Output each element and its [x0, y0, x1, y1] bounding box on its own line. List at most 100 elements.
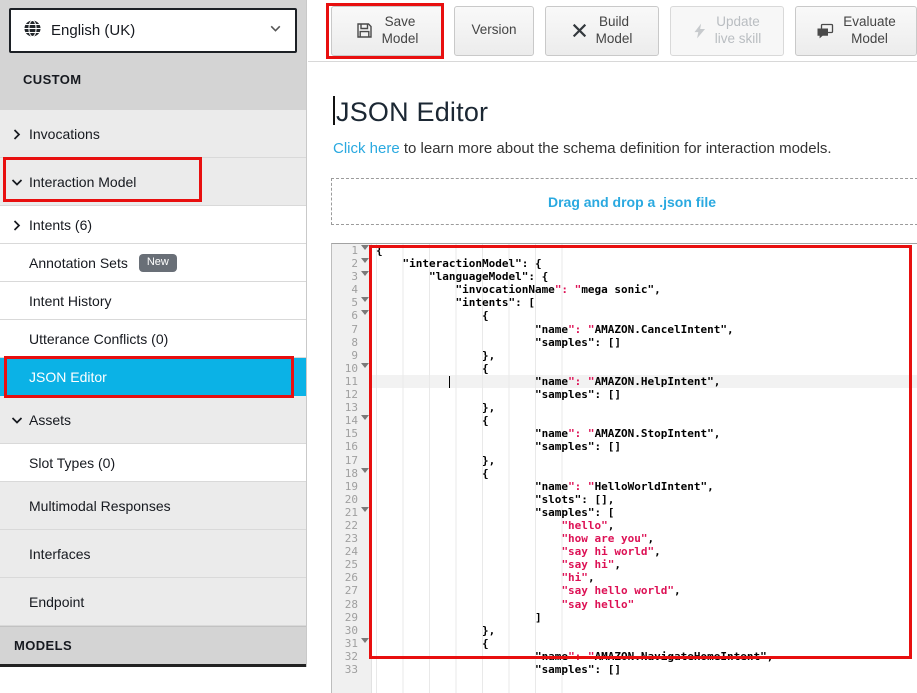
code-line: "invocationName": "mega sonic",	[376, 283, 917, 296]
build-model-button[interactable]: BuildModel	[545, 6, 659, 56]
fold-toggle-icon[interactable]	[358, 637, 369, 650]
fold-toggle-icon[interactable]	[358, 362, 369, 375]
update-live-skill-button[interactable]: Updatelive skill	[670, 6, 784, 56]
line-number: 15	[345, 427, 358, 440]
line-number: 31	[345, 637, 358, 650]
toolbar: SaveModel Version BuildModel Updatelive ski…	[308, 0, 917, 62]
save-model-button[interactable]: SaveModel	[331, 6, 443, 56]
sidebar-item-label: Multimodal Responses	[29, 498, 171, 514]
code-line: "name": "AMAZON.HelpIntent",	[376, 375, 917, 388]
sidebar-item-invocations[interactable]: Invocations	[0, 110, 306, 158]
line-number: 17	[345, 454, 358, 467]
main-panel: SaveModel Version BuildModel Updatelive ski…	[308, 0, 917, 667]
code-line: "name": "HelloWorldIntent",	[376, 480, 917, 493]
chevron-down-icon	[11, 176, 22, 187]
code-line: "say hi",	[376, 558, 917, 571]
lightning-icon	[693, 23, 706, 39]
line-number: 18	[345, 467, 358, 480]
new-badge: New	[139, 254, 177, 272]
fold-toggle-icon[interactable]	[358, 244, 369, 257]
sidebar-item-label: Invocations	[29, 126, 100, 142]
code-line: "hi",	[376, 571, 917, 584]
sidebar-item-annotation-sets[interactable]: Annotation SetsNew	[0, 244, 306, 282]
code-line: "say hello"	[376, 598, 917, 611]
line-number: 12	[345, 388, 358, 401]
line-number: 21	[345, 506, 358, 519]
sidebar-item-intents-6[interactable]: Intents (6)	[0, 206, 306, 244]
language-selector[interactable]: English (UK)	[9, 8, 297, 53]
code-line: "samples": []	[376, 336, 917, 349]
sidebar-top: English (UK) CUSTOM	[0, 0, 306, 110]
code-line: "say hello world",	[376, 584, 917, 597]
code-line: "slots": [],	[376, 493, 917, 506]
chevron-right-icon	[11, 219, 22, 230]
chevron-down-icon	[268, 21, 283, 41]
sidebar-item-endpoint[interactable]: Endpoint	[0, 578, 306, 626]
line-number: 4	[351, 283, 358, 296]
line-number: 28	[345, 598, 358, 611]
sidebar-item-interfaces[interactable]: Interfaces	[0, 530, 306, 578]
button-label: SaveModel	[382, 14, 419, 48]
click-here-link[interactable]: Click here	[333, 140, 400, 157]
line-number: 24	[345, 545, 358, 558]
sidebar: English (UK) CUSTOM Invocations Interacti…	[0, 0, 307, 667]
fold-toggle-icon[interactable]	[358, 506, 369, 519]
sidebar-item-label: Intent History	[29, 293, 111, 309]
fold-toggle-icon[interactable]	[358, 257, 369, 270]
sidebar-item-label: Assets	[29, 412, 71, 428]
line-number: 1	[351, 244, 358, 257]
code-line: "name": "AMAZON.NavigateHomeIntent",	[376, 650, 917, 663]
editor-gutter: 1234567891011121314151617181920212223242…	[332, 244, 372, 693]
line-number: 25	[345, 558, 358, 571]
fold-toggle-icon[interactable]	[358, 296, 369, 309]
line-number: 33	[345, 663, 358, 676]
json-dropzone[interactable]: Drag and drop a .json file	[331, 178, 917, 225]
code-line: "hello",	[376, 519, 917, 532]
line-number: 7	[351, 323, 358, 336]
code-line: {	[376, 637, 917, 650]
line-number: 14	[345, 414, 358, 427]
fold-toggle-icon[interactable]	[358, 270, 369, 283]
editor-code-area[interactable]: { "interactionModel": { "languageModel":…	[372, 244, 917, 693]
code-line: "samples": []	[376, 663, 917, 676]
sidebar-nav: InvocationsInteraction ModelIntents (6)A…	[0, 110, 306, 626]
page-title: JSON Editor	[333, 94, 917, 130]
evaluate-model-button[interactable]: EvaluateModel	[795, 6, 917, 56]
sidebar-item-multimodal-responses[interactable]: Multimodal Responses	[0, 482, 306, 530]
button-label: BuildModel	[596, 14, 633, 48]
sidebar-item-json-editor[interactable]: JSON Editor	[0, 358, 306, 396]
sidebar-item-label: JSON Editor	[29, 369, 107, 385]
line-number: 22	[345, 519, 358, 532]
save-icon	[356, 22, 373, 39]
code-line: "samples": []	[376, 388, 917, 401]
editor-caret	[449, 376, 451, 388]
button-label: EvaluateModel	[843, 14, 896, 48]
section-header-custom: CUSTOM	[9, 53, 297, 105]
section-header-models: MODELS	[0, 626, 306, 664]
line-number: 9	[351, 349, 358, 362]
sidebar-item-label: Utterance Conflicts (0)	[29, 331, 168, 347]
sidebar-item-utterance-conflicts-0[interactable]: Utterance Conflicts (0)	[0, 320, 306, 358]
version-button[interactable]: Version	[454, 6, 534, 56]
line-number: 27	[345, 584, 358, 597]
sidebar-item-slot-types-0[interactable]: Slot Types (0)	[0, 444, 306, 482]
sidebar-item-label: Slot Types (0)	[29, 455, 115, 471]
chat-icon	[816, 23, 834, 39]
json-code-editor[interactable]: 1234567891011121314151617181920212223242…	[331, 243, 917, 693]
globe-icon	[23, 19, 42, 43]
build-icon	[572, 23, 587, 38]
subtitle: Click here to learn more about the schem…	[333, 140, 917, 160]
code-line: },	[376, 401, 917, 414]
sidebar-item-interaction-model[interactable]: Interaction Model	[0, 158, 306, 206]
line-number: 26	[345, 571, 358, 584]
code-line: },	[376, 349, 917, 362]
sidebar-item-assets[interactable]: Assets	[0, 396, 306, 444]
line-number: 11	[345, 375, 358, 388]
line-number: 13	[345, 401, 358, 414]
fold-toggle-icon[interactable]	[358, 414, 369, 427]
fold-toggle-icon[interactable]	[358, 309, 369, 322]
line-number: 10	[345, 362, 358, 375]
fold-toggle-icon[interactable]	[358, 467, 369, 480]
line-number: 29	[345, 611, 358, 624]
sidebar-item-intent-history[interactable]: Intent History	[0, 282, 306, 320]
